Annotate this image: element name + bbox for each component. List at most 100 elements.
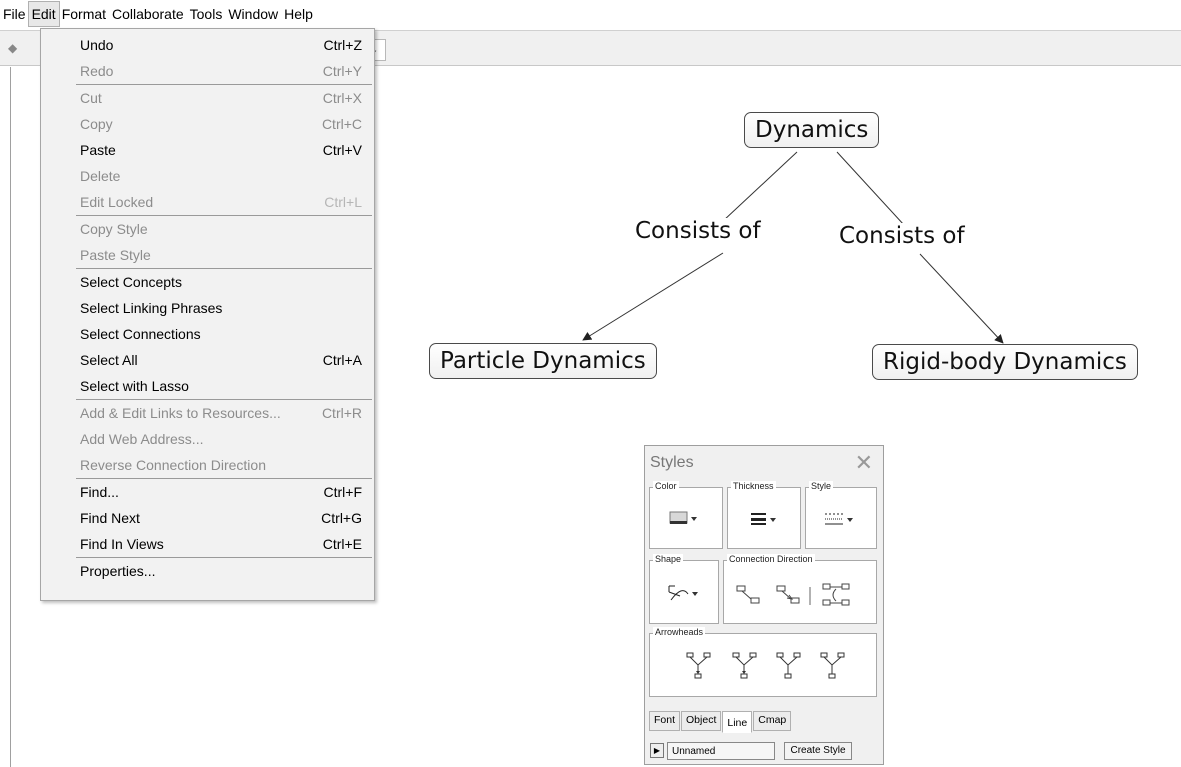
menu-item-delete[interactable]: Delete [41, 163, 374, 189]
menu-item-label: Copy Style [80, 221, 148, 237]
menu-item-paste-style[interactable]: Paste Style [41, 242, 374, 268]
menu-item-select-connections[interactable]: Select Connections [41, 321, 374, 347]
menu-item-shortcut: Ctrl+Y [322, 63, 362, 79]
menu-tools[interactable]: Tools [187, 2, 226, 26]
menu-file[interactable]: File [0, 2, 29, 26]
menu-item-shortcut: Ctrl+V [322, 142, 362, 158]
reverse-direction-icon[interactable] [822, 583, 852, 610]
arrowhead-option-1-icon[interactable] [686, 652, 712, 683]
menu-item-edit-locked[interactable]: Edit Locked Ctrl+L [41, 189, 374, 215]
menu-edit[interactable]: Edit [27, 1, 60, 27]
menu-item-find-in-views[interactable]: Find In Views Ctrl+E [41, 531, 374, 557]
menu-item-label: Redo [80, 63, 114, 79]
menu-item-select-all[interactable]: Select All Ctrl+A [41, 347, 374, 373]
menu-item-paste[interactable]: Paste Ctrl+V [41, 137, 374, 163]
concept-particle-dynamics[interactable]: Particle Dynamics [429, 343, 657, 379]
menu-item-label: Select Linking Phrases [80, 300, 223, 316]
menu-item-select-concepts[interactable]: Select Concepts [41, 269, 374, 295]
menu-item-shortcut: Ctrl+A [322, 352, 362, 368]
menu-item-label: Find In Views [80, 536, 164, 552]
style-group-label: Style [809, 481, 834, 492]
styles-panel: Styles ✕ Color Thickness Style Shape Con… [644, 445, 884, 765]
menu-window[interactable]: Window [225, 2, 281, 26]
thickness-group-label: Thickness [731, 481, 776, 492]
styles-panel-title: Styles [650, 454, 694, 471]
menu-item-shortcut: Ctrl+G [321, 510, 362, 526]
menu-item-copy-style[interactable]: Copy Style [41, 216, 374, 242]
menu-collaborate[interactable]: Collaborate [109, 2, 187, 26]
menu-item-label: Find Next [80, 510, 140, 526]
tab-line[interactable]: Line [722, 711, 753, 733]
create-style-button[interactable]: Create Style [784, 742, 852, 760]
connection-right-phrase-concept[interactable] [919, 253, 1004, 344]
linking-phrase-left[interactable]: Consists of [633, 218, 763, 244]
menu-item-find[interactable]: Find... Ctrl+F [41, 479, 374, 505]
menu-item-shortcut: Ctrl+Z [323, 37, 363, 53]
concept-dynamics[interactable]: Dynamics [744, 112, 880, 148]
menu-item-label: Edit Locked [80, 194, 154, 210]
linking-phrase-right[interactable]: Consists of [837, 223, 967, 249]
arrowheads-group: Arrowheads [649, 627, 877, 697]
thickness-icon[interactable] [750, 511, 780, 530]
style-group: Style [805, 481, 877, 549]
menu-bar: File Edit Format Collaborate Tools Window Help [0, 0, 1181, 28]
connection-direction-group: Connection Direction [723, 554, 877, 624]
connection-direction-group-label: Connection Direction [727, 554, 815, 565]
menu-item-copy[interactable]: Copy Ctrl+C [41, 111, 374, 137]
menu-item-add-web-address[interactable]: Add Web Address... [41, 426, 374, 452]
direction-backward-icon[interactable] [776, 585, 802, 608]
tab-object[interactable]: Object [681, 711, 722, 731]
line-style-icon[interactable] [824, 511, 856, 530]
menu-item-label: Delete [80, 168, 121, 184]
color-group: Color [649, 481, 723, 549]
style-name-input[interactable] [667, 742, 775, 760]
menu-item-label: Paste Style [80, 247, 151, 263]
menu-item-label: Select All [80, 352, 138, 368]
connection-left-phrase-concept[interactable] [582, 252, 724, 341]
connection-shape-icon[interactable] [666, 583, 700, 606]
menu-item-shortcut: Ctrl+F [323, 484, 363, 500]
shape-group-label: Shape [653, 554, 684, 565]
menu-item-select-with-lasso[interactable]: Select with Lasso [41, 373, 374, 399]
arrowhead-option-4-icon[interactable] [820, 652, 846, 683]
menu-item-shortcut: Ctrl+E [322, 536, 362, 552]
tab-cmap[interactable]: Cmap [753, 711, 792, 731]
arrowhead-option-3-icon[interactable] [776, 652, 802, 683]
menu-item-shortcut: Ctrl+L [324, 194, 362, 210]
menu-format[interactable]: Format [59, 2, 109, 26]
shape-group: Shape [649, 554, 719, 624]
menu-help[interactable]: Help [281, 2, 316, 26]
concept-rigid-body-dynamics[interactable]: Rigid-body Dynamics [872, 344, 1138, 380]
styles-tabs: Font Object Line Cmap [649, 711, 792, 733]
play-icon[interactable]: ▶ [650, 743, 664, 758]
close-icon[interactable]: ✕ [855, 450, 873, 476]
menu-item-label: Undo [80, 37, 114, 53]
tab-font[interactable]: Font [649, 711, 681, 731]
menu-item-redo[interactable]: Redo Ctrl+Y [41, 58, 374, 84]
menu-item-find-next[interactable]: Find Next Ctrl+G [41, 505, 374, 531]
edit-dropdown-menu: Undo Ctrl+Z Redo Ctrl+Y Cut Ctrl+X Copy Ctrl+C P… [40, 28, 375, 601]
menu-item-label: Paste [80, 142, 116, 158]
menu-item-shortcut: Ctrl+X [322, 90, 362, 106]
menu-item-add-edit-links-to-resources[interactable]: Add & Edit Links to Resources... Ctrl+R [41, 400, 374, 426]
menu-item-label: Properties... [80, 563, 156, 579]
menu-item-label: Reverse Connection Direction [80, 457, 266, 473]
menu-item-reverse-connection-direction[interactable]: Reverse Connection Direction [41, 452, 374, 478]
color-picker-icon[interactable] [669, 510, 699, 529]
menu-item-label: Select with Lasso [80, 378, 189, 394]
direction-forward-icon[interactable] [736, 585, 762, 608]
connection-root-left-phrase[interactable] [722, 151, 798, 222]
menu-item-label: Cut [80, 90, 102, 106]
connection-root-right-phrase[interactable] [836, 151, 905, 226]
menu-item-label: Copy [80, 116, 113, 132]
back-arrow-icon[interactable]: ◆ [8, 41, 22, 55]
menu-item-label: Select Connections [80, 326, 201, 342]
menu-item-shortcut: Ctrl+C [321, 116, 362, 132]
menu-item-undo[interactable]: Undo Ctrl+Z [41, 32, 374, 58]
menu-item-cut[interactable]: Cut Ctrl+X [41, 85, 374, 111]
menu-item-label: Find... [80, 484, 119, 500]
menu-item-label: Select Concepts [80, 274, 182, 290]
menu-item-select-linking-phrases[interactable]: Select Linking Phrases [41, 295, 374, 321]
arrowhead-option-2-icon[interactable] [732, 652, 758, 683]
menu-item-properties[interactable]: Properties... [41, 558, 374, 584]
